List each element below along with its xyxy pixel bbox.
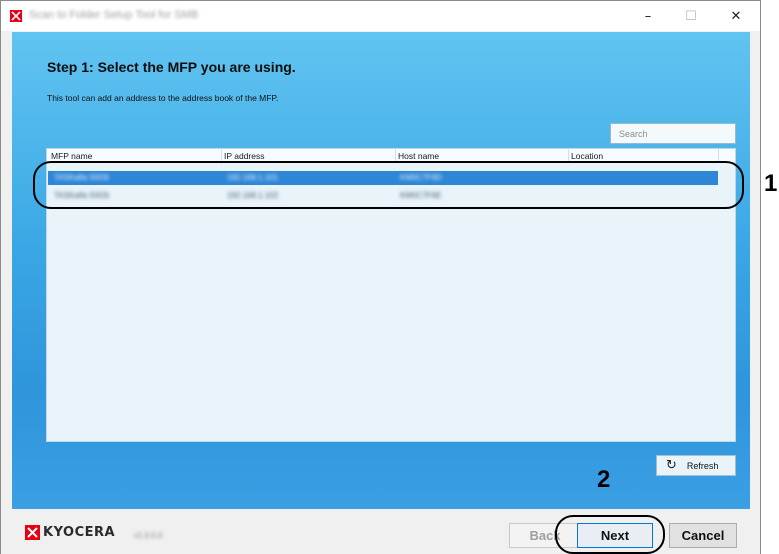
kyocera-mark-icon — [25, 525, 40, 540]
callout-number-1: 1 — [764, 170, 778, 197]
step-panel: Step 1: Select the MFP you are using. Th… — [12, 32, 750, 509]
refresh-button[interactable]: ↻ Refresh — [656, 455, 736, 476]
column-header-mfp-name[interactable]: MFP name — [51, 151, 92, 161]
callout-ring-mfp-rows — [33, 161, 744, 209]
version-label: v1.0.0.0 — [134, 531, 163, 540]
window-title: Scan to Folder Setup Tool for SMB — [29, 9, 199, 21]
column-header-ip-address[interactable]: IP address — [224, 151, 264, 161]
title-bar[interactable]: Scan to Folder Setup Tool for SMB – ☐ ✕ — [1, 1, 760, 31]
column-header-location[interactable]: Location — [571, 151, 603, 161]
refresh-icon: ↻ — [666, 458, 677, 473]
maximize-button[interactable]: ☐ — [669, 1, 713, 31]
kyocera-logo: KYOCERA — [25, 525, 115, 540]
column-header-host-name[interactable]: Host name — [398, 151, 439, 161]
search-input[interactable]: Search — [610, 123, 736, 144]
callout-number-2: 2 — [597, 466, 611, 493]
kyocera-app-icon — [10, 10, 22, 22]
close-button[interactable]: ✕ — [714, 1, 758, 31]
callout-ring-next-button — [555, 515, 665, 554]
step-description: This tool can add an address to the addr… — [47, 93, 279, 103]
cancel-button[interactable]: Cancel — [669, 523, 737, 548]
refresh-label: Refresh — [686, 460, 719, 471]
brand-name: KYOCERA — [43, 525, 116, 540]
setup-tool-window: Scan to Folder Setup Tool for SMB – ☐ ✕ … — [0, 0, 761, 554]
minimize-button[interactable]: – — [626, 1, 670, 31]
step-title: Step 1: Select the MFP you are using. — [47, 59, 296, 75]
